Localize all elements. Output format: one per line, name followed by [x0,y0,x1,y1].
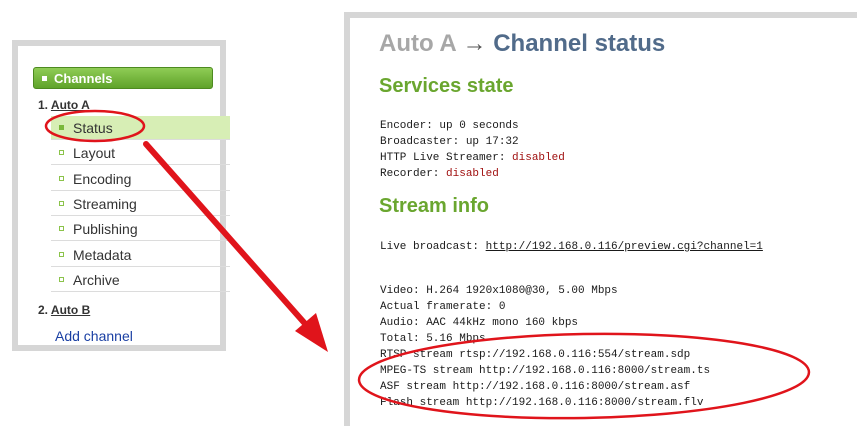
streams-highlight-ellipse [357,332,811,420]
channel-b-link[interactable]: Auto B [51,303,90,317]
channel-b-number: 2. [38,303,49,317]
sidebar-item-label: Publishing [73,221,138,237]
sidebar-item-label: Metadata [73,247,132,263]
live-broadcast-label: Live broadcast: [380,241,480,253]
square-bullet-icon [59,252,64,257]
breadcrumb[interactable]: Auto A [379,30,456,57]
sidebar-item-metadata[interactable]: Metadata [51,243,230,267]
encoder-value: up 0 seconds [439,120,519,132]
sidebar-item-label: Archive [73,272,120,288]
encoder-label: Encoder: [380,120,433,132]
framerate-info: Actual framerate: 0 [380,301,506,313]
services-state-heading: Services state [379,75,514,97]
sidebar-item-encoding[interactable]: Encoding [51,167,230,191]
sidebar-item-layout[interactable]: Layout [51,141,230,165]
sidebar-item-label: Streaming [73,196,137,212]
page-title-text: Channel status [493,30,666,57]
sidebar-item-archive[interactable]: Archive [51,268,230,292]
sidebar-item-label: Encoding [73,171,132,187]
stream-info-heading: Stream info [379,195,490,217]
recorder-label: Recorder: [380,168,440,180]
audio-info: Audio: AAC 44kHz mono 160 kbps [380,317,579,329]
square-bullet-icon [42,76,47,81]
broadcaster-status: Broadcaster: up 17:32 [380,134,519,150]
encoder-status: Encoder: up 0 seconds [380,118,519,134]
page-title: Auto A → Channel status [379,30,665,58]
channels-header-label: Channels [54,71,113,86]
square-bullet-icon [59,150,64,155]
square-bullet-icon [59,176,64,181]
add-channel-link[interactable]: Add channel [55,328,133,344]
channels-sidebar: Channels 1. Auto A Status Layout Encodin… [12,40,230,351]
recorder-value: disabled [446,168,499,180]
status-highlight-ellipse [44,109,146,143]
square-bullet-icon [59,277,64,282]
broadcaster-label: Broadcaster: [380,136,460,148]
hls-label: HTTP Live Streamer: [380,152,506,164]
live-broadcast-link[interactable]: http://192.168.0.116/preview.cgi?channel… [486,241,763,253]
square-bullet-icon [59,226,64,231]
broadcaster-value: up 17:32 [465,136,519,148]
sidebar-item-publishing[interactable]: Publishing [51,217,230,241]
sidebar-item-label: Layout [73,145,116,161]
sidebar-item-streaming[interactable]: Streaming [51,192,230,216]
channel-b-title: 2. Auto B [38,303,90,317]
recorder-status: Recorder: disabled [380,166,499,182]
breadcrumb-arrow-icon: → [462,30,487,57]
video-info: Video: H.264 1920x1080@30, 5.00 Mbps [380,285,618,297]
live-broadcast-line: Live broadcast: http://192.168.0.116/pre… [380,239,763,255]
square-bullet-icon [59,201,64,206]
hls-status: HTTP Live Streamer: disabled [380,150,565,166]
hls-value: disabled [512,152,565,164]
channels-header[interactable]: Channels [33,67,213,89]
